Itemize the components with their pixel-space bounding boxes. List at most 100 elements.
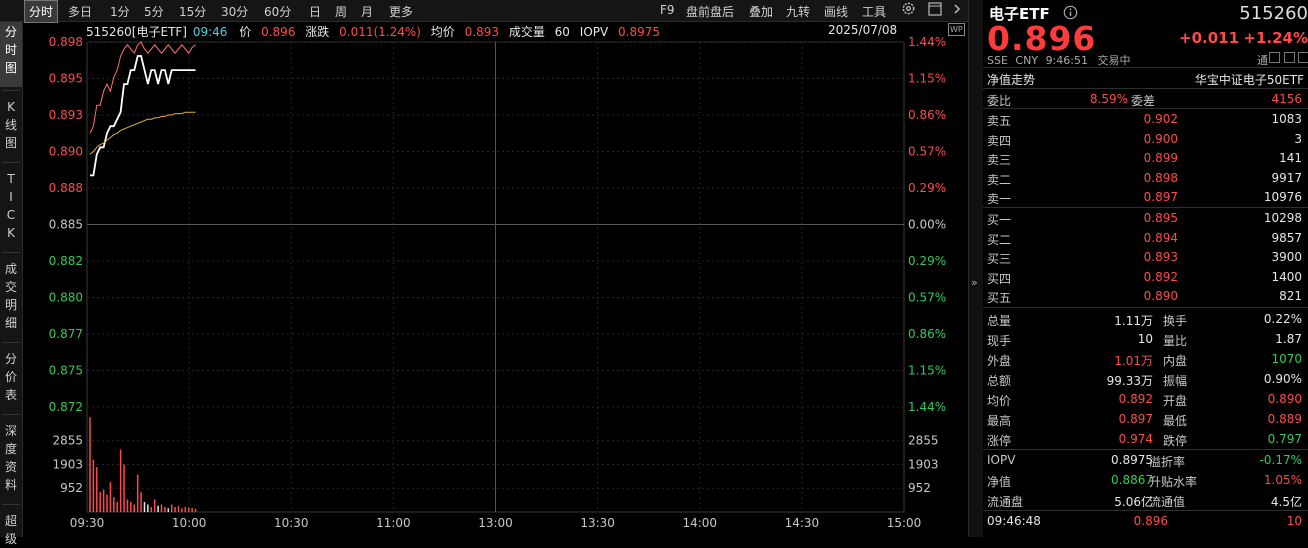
panel-icon[interactable] — [928, 2, 942, 19]
level-volume: 3900 — [1271, 250, 1302, 265]
tab-deep-data[interactable]: 深 度 资 料 — [0, 422, 22, 494]
tab-day[interactable]: 日 — [309, 3, 321, 20]
time-tick-label: 09:30 — [70, 516, 105, 530]
price-line — [90, 55, 196, 177]
stat-row[interactable]: 外盘 1.01万 内盘 1070 — [983, 349, 1308, 369]
stat-row[interactable]: 现手 10 量比 1.87 — [983, 329, 1308, 349]
nine-turn-button[interactable]: 九转 — [786, 3, 810, 20]
pre-post-market-button[interactable]: 盘前盘后 — [686, 3, 734, 20]
level-volume: 3 — [1294, 131, 1302, 146]
tab-trade-details[interactable]: 成 交 明 细 — [0, 260, 22, 332]
bid-level-row[interactable]: 买二 0.894 9857 — [983, 228, 1308, 248]
level-volume: 1083 — [1271, 112, 1302, 126]
level-label: 买四 — [987, 271, 1012, 286]
tab-intraday-chart[interactable]: 分 时 图 — [0, 22, 22, 87]
tab-label: 成 交 明 细 — [4, 262, 17, 330]
tab-1min[interactable]: 1分 — [110, 3, 130, 20]
tab-multi-day[interactable]: 多日 — [68, 3, 92, 20]
volume-tick-label: 2855 — [52, 434, 83, 448]
bid-level-row[interactable]: 买五 0.890 821 — [983, 286, 1308, 306]
price-tick-label: 0.893 — [49, 108, 83, 122]
stat-row[interactable]: 净值 0.8867 升贴水率 1.05% — [983, 470, 1308, 490]
stat-row[interactable]: 均价 0.892 开盘 0.890 — [983, 389, 1308, 409]
intraday-chart[interactable]: 0.898 0.895 0.893 0.890 0.888 0.885 0.882 0.880… — [22, 22, 968, 537]
percent-tick-label: 0.29% — [908, 254, 946, 268]
tab-week[interactable]: 周 — [335, 3, 347, 20]
stat-row[interactable]: 总额 99.33万 振幅 0.90% — [983, 369, 1308, 389]
price-tick-label: 0.890 — [49, 145, 83, 159]
stat-row[interactable]: 涨停 0.974 跌停 0.797 — [983, 429, 1308, 449]
level-price: 0.895 — [1143, 211, 1178, 225]
volume-tick-label: 952 — [60, 481, 83, 495]
tab-label: 分 价 表 — [4, 352, 17, 402]
tab-15min[interactable]: 15分 — [179, 3, 206, 20]
grid-icon[interactable] — [1284, 52, 1295, 63]
stat-label: 量比 — [1163, 334, 1188, 348]
nav-trend-row[interactable]: 净值走势 华宝中证电子50ETF — [983, 68, 1308, 88]
level-price: 0.893 — [1143, 250, 1178, 265]
ask-level-row[interactable]: 卖五 0.902 1083 — [983, 109, 1308, 129]
level-price: 0.899 — [1143, 151, 1178, 166]
time-tick-label: 13:30 — [580, 516, 615, 530]
bid-level-row[interactable]: 买一 0.895 10298 — [983, 208, 1308, 228]
level-volume: 9857 — [1271, 230, 1302, 245]
tab-intraday[interactable]: 分时 — [24, 0, 59, 23]
f9-button[interactable]: F9 — [660, 3, 675, 17]
panel-splitter[interactable]: » — [968, 0, 984, 537]
double-chevron-icon[interactable]: » — [971, 276, 978, 289]
tab-price-table[interactable]: 分 价 表 — [0, 350, 22, 404]
tab-tick[interactable]: T I C K — [0, 170, 22, 242]
stat-value: 0.890 — [1267, 392, 1302, 406]
level-volume: 10298 — [1263, 211, 1302, 225]
level-label: 卖三 — [987, 153, 1012, 168]
weicha-label: 委差 — [1131, 94, 1156, 108]
stat-value: 1070 — [1271, 352, 1302, 366]
percent-tick-label: 0.86% — [908, 108, 946, 122]
overlay-button[interactable]: 叠加 — [749, 3, 773, 20]
divider — [2, 342, 20, 343]
stat-row[interactable]: 最高 0.897 最低 0.889 — [983, 409, 1308, 429]
tools-button[interactable]: 工具 — [862, 3, 886, 20]
ask-level-row[interactable]: 卖二 0.898 9917 — [983, 168, 1308, 188]
avg-label: 均价 — [430, 25, 455, 39]
stat-row[interactable]: IOPV 0.8975 溢折率 -0.17% — [983, 450, 1308, 470]
edit-icon[interactable] — [1269, 52, 1280, 63]
bid-level-row[interactable]: 买四 0.892 1400 — [983, 267, 1308, 287]
tab-month[interactable]: 月 — [361, 3, 373, 20]
vol-label: 成交量 — [508, 25, 545, 39]
tab-more[interactable]: 更多 — [389, 3, 413, 20]
wp-icon[interactable]: WP — [948, 23, 965, 36]
tab-60min[interactable]: 60分 — [264, 3, 291, 20]
stat-label: 换手 — [1163, 314, 1188, 328]
stat-row[interactable]: 总量 1.11万 换手 0.22% — [983, 309, 1308, 329]
chevron-right-icon[interactable] — [952, 2, 962, 19]
volume-tick-label: 2855 — [908, 434, 939, 448]
stat-row[interactable]: 流通盘 5.06亿 流通值 4.5亿 — [983, 490, 1308, 510]
percent-tick-label: 0.29% — [908, 181, 946, 195]
price-tick-label: 0.880 — [49, 291, 83, 305]
price-change: +0.011 — [1179, 29, 1240, 47]
tab-30min[interactable]: 30分 — [221, 3, 248, 20]
level-volume: 141 — [1279, 151, 1302, 166]
menu-icon[interactable] — [1298, 52, 1308, 63]
stat-label: 总量 — [987, 314, 1012, 328]
settings-icon[interactable] — [901, 1, 916, 19]
level-label: 卖五 — [987, 114, 1012, 128]
time-tick-label: 14:00 — [682, 516, 717, 530]
tab-5min[interactable]: 5分 — [144, 3, 164, 20]
time-tick-label: 15:00 — [887, 516, 922, 530]
ask-level-row[interactable]: 卖三 0.899 141 — [983, 148, 1308, 168]
price-label: 价 — [239, 25, 252, 39]
tab-kline-chart[interactable]: K 线 图 — [0, 98, 22, 152]
stat-label: 最低 — [1163, 414, 1188, 428]
nav-trend-link[interactable]: 净值走势 — [987, 71, 1035, 88]
header-vol: 60 — [554, 25, 570, 39]
draw-line-button[interactable]: 画线 — [824, 3, 848, 20]
tab-super[interactable]: 超 级 — [0, 512, 22, 548]
ask-level-row[interactable]: 卖一 0.897 10976 — [983, 187, 1308, 207]
bid-level-row[interactable]: 买三 0.893 3900 — [983, 247, 1308, 267]
price-tick-label: 0.898 — [49, 35, 83, 49]
chart-canvas[interactable]: 0.898 0.895 0.893 0.890 0.888 0.885 0.882 0.880… — [22, 22, 968, 537]
divider — [2, 162, 20, 163]
ask-level-row[interactable]: 卖四 0.900 3 — [983, 129, 1308, 149]
